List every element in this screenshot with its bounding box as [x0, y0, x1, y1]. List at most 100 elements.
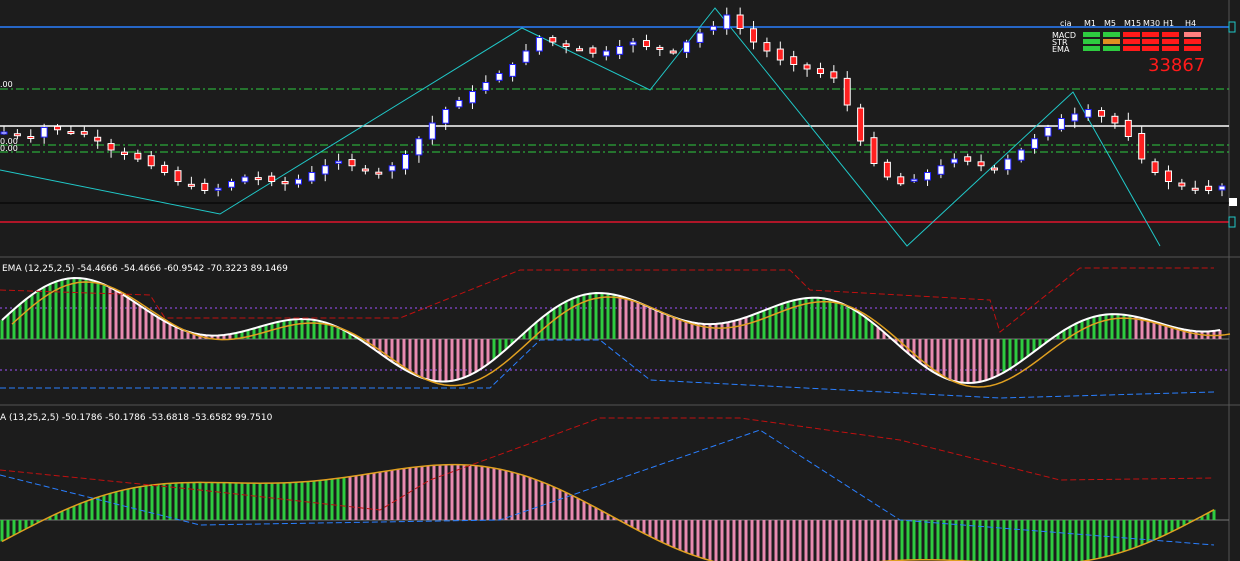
candle-body [897, 176, 905, 185]
candle-body [790, 56, 798, 65]
status-cell [1123, 39, 1140, 44]
candle-body [883, 161, 891, 178]
candle-body [308, 172, 316, 182]
candle-body [294, 178, 302, 185]
chart-canvas: .00 0.00 0.00 EMA (12,25,2,5) -54.4666 -… [0, 0, 1240, 561]
candle-body [937, 165, 945, 175]
candle-body [1084, 109, 1092, 118]
candle-body [40, 127, 48, 138]
candle-body [964, 156, 972, 162]
status-value: 33867 [1148, 55, 1205, 76]
candle-body [348, 159, 356, 167]
status-cell [1083, 46, 1100, 51]
candle-body [1151, 161, 1159, 173]
status-header-h4: H4 [1185, 19, 1196, 28]
candle-body [616, 46, 624, 55]
status-row-label-ema: EMA [1052, 45, 1070, 54]
candle-body [696, 32, 704, 43]
candle-body [402, 154, 410, 170]
status-cell [1083, 39, 1100, 44]
candle-body [776, 48, 784, 61]
status-header-m5: M5 [1104, 19, 1116, 28]
candle-body [1124, 119, 1132, 137]
status-cell [1103, 39, 1120, 44]
candle-body [147, 155, 155, 167]
candle-body [1111, 115, 1119, 124]
candle-body [924, 172, 932, 181]
candle-body [816, 68, 824, 75]
candle-body [415, 138, 423, 156]
candle-body [375, 171, 383, 175]
candle-body [1191, 187, 1199, 191]
candle-body [1178, 182, 1186, 187]
status-header-h1: H1 [1163, 19, 1174, 28]
candle-body [1138, 132, 1146, 160]
candle-body [321, 165, 329, 175]
level-label-top: .00 [0, 80, 13, 89]
candle-body [602, 50, 610, 57]
candle-body [80, 131, 88, 135]
candle-body [241, 176, 249, 183]
candle-body [268, 175, 276, 183]
status-cell [1162, 32, 1179, 37]
candle-body [107, 143, 115, 151]
candle-body [455, 100, 463, 108]
candle-body [656, 46, 664, 50]
candle-body [522, 50, 530, 63]
status-header-cia: cia [1060, 19, 1072, 28]
candle-body [549, 37, 557, 43]
candle-body [669, 50, 677, 54]
candle-body [1057, 118, 1065, 130]
candle-body [482, 82, 490, 91]
level-label-mid-b: 0.00 [0, 144, 18, 153]
candle-body [950, 158, 958, 164]
candle-body [174, 170, 182, 182]
candle-body [54, 125, 62, 131]
candle-body [495, 73, 503, 81]
status-cell [1083, 32, 1100, 37]
candle-body [709, 25, 717, 31]
candle-body [990, 167, 998, 171]
status-cell [1184, 46, 1201, 51]
status-header-m30: M30 [1143, 19, 1160, 28]
candle-body [1071, 113, 1079, 122]
status-cell [1103, 46, 1120, 51]
candle-body [1017, 149, 1025, 161]
candle-body [843, 77, 851, 106]
price-marker-white [1229, 198, 1237, 206]
candle-body [201, 182, 209, 192]
candle-body [161, 164, 169, 173]
candle-body [67, 131, 75, 135]
status-cell [1142, 46, 1159, 51]
candle-body [642, 40, 650, 48]
status-cell [1142, 39, 1159, 44]
candle-body [750, 28, 758, 43]
candle-body [254, 177, 262, 181]
candle-body [214, 187, 222, 191]
candle-body [830, 71, 838, 79]
candle-body [1004, 158, 1012, 171]
candle-body [120, 151, 128, 156]
status-cell [1162, 46, 1179, 51]
candle-body [683, 41, 691, 53]
candle-body [1205, 185, 1213, 191]
candle-body [803, 64, 811, 70]
status-cell [1103, 32, 1120, 37]
candle-body [870, 137, 878, 165]
status-cell [1184, 32, 1201, 37]
candle-body [0, 131, 8, 135]
candle-body [468, 91, 476, 104]
status-cell [1162, 39, 1179, 44]
candle-body [1218, 185, 1226, 191]
status-cell [1142, 32, 1159, 37]
status-cell [1123, 32, 1140, 37]
candle-body [1044, 127, 1052, 137]
status-cell [1184, 39, 1201, 44]
candle-body [763, 42, 771, 52]
candle-body [736, 14, 744, 29]
candle-body [629, 41, 637, 46]
candle-body [1098, 110, 1106, 117]
candle-body [228, 181, 236, 188]
candle-body [576, 48, 584, 52]
osc-panel-title: A (13,25,2,5) -50.1786 -50.1786 -53.6818… [0, 413, 273, 423]
